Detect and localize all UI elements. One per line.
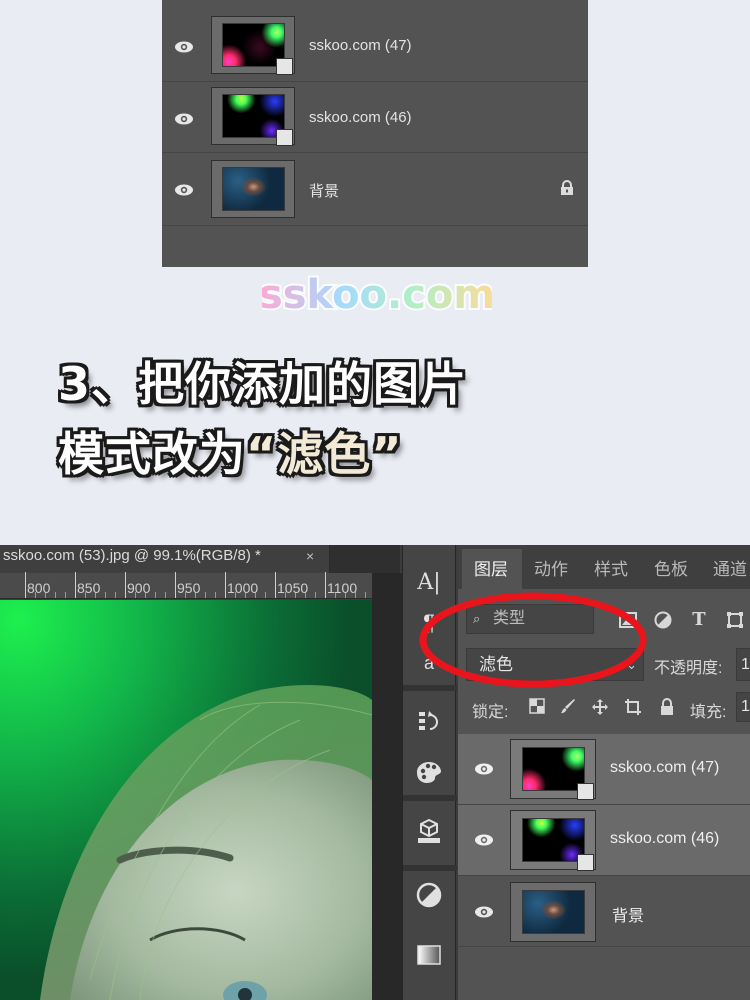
tab-channels[interactable]: 通道 [713, 555, 747, 580]
ruler-minor-tick [315, 592, 316, 598]
smart-object-icon [577, 783, 594, 800]
ruler-minor-tick [55, 592, 56, 598]
heading-highlight: “滤色” [246, 427, 403, 481]
annotation-ellipse [418, 590, 648, 690]
eye-icon[interactable] [474, 834, 494, 846]
layer-name: sskoo.com (46) [309, 109, 412, 126]
fill-label: 填充: [690, 704, 727, 721]
layers-panel-crop: sskoo.com (47) sskoo.com (46) 背景 [162, 0, 588, 267]
ruler-minor-tick [215, 592, 216, 598]
ruler-minor-tick [265, 592, 266, 598]
fill-field[interactable]: 1 [736, 692, 750, 722]
swatches-icon[interactable] [413, 755, 445, 787]
lock-move-icon[interactable] [591, 698, 609, 716]
layer-row[interactable]: sskoo.com (47) [458, 734, 750, 805]
lock-paint-icon[interactable] [559, 698, 577, 716]
gradient-icon[interactable] [413, 939, 445, 971]
ruler-minor-tick [205, 592, 206, 598]
ruler-major-tick [125, 572, 126, 598]
adjustment-filter-icon[interactable] [654, 611, 672, 629]
ruler-tick-label: 1000 [227, 580, 259, 596]
ruler-tick-label: 1100 [327, 580, 358, 596]
ruler-major-tick [75, 572, 76, 598]
layer-thumbnail [211, 160, 295, 218]
ruler-major-tick [225, 572, 226, 598]
layer-thumbnail [211, 87, 295, 146]
ruler-minor-tick [115, 592, 116, 598]
tab-styles[interactable]: 样式 [594, 555, 628, 580]
ruler-minor-tick [165, 592, 166, 598]
ruler-tick-label: 850 [77, 580, 101, 596]
step-heading-line2: 模式改为“滤色” [58, 418, 402, 484]
layer-row[interactable]: sskoo.com (46) [162, 82, 588, 153]
canvas-scroll-area [372, 573, 402, 1000]
layer-name: 背景 [309, 183, 340, 200]
ruler-tick-label: 1050 [277, 580, 309, 596]
document-canvas[interactable] [0, 600, 372, 1000]
svg-text:sskoo.com: sskoo.com [262, 272, 492, 318]
layer-row[interactable]: sskoo.com (46) [458, 805, 750, 876]
divider [403, 795, 457, 801]
ruler-minor-tick [155, 592, 156, 598]
ruler-tick-label: 800 [27, 580, 51, 596]
close-icon[interactable]: × [306, 545, 314, 567]
layer-thumbnail [510, 739, 596, 800]
lock-transparent-icon[interactable] [528, 698, 546, 716]
tab-layers[interactable]: 图层 [474, 555, 508, 580]
tab-bar-empty [330, 545, 400, 573]
lock-all-icon[interactable] [658, 698, 676, 716]
divider [403, 865, 457, 871]
eye-icon[interactable] [474, 906, 494, 918]
layer-row[interactable]: 背景 [458, 876, 750, 947]
ruler-major-tick [25, 572, 26, 598]
layer-name: 背景 [612, 908, 645, 925]
layer-name: sskoo.com (47) [610, 759, 720, 776]
smart-object-icon [577, 854, 594, 871]
eye-icon[interactable] [174, 113, 194, 125]
ruler-tick-label: 950 [177, 580, 201, 596]
layer-thumbnail [211, 16, 295, 75]
shape-filter-icon[interactable] [726, 611, 744, 629]
layer-row[interactable]: sskoo.com (47) [162, 10, 588, 82]
smart-object-icon [276, 58, 293, 75]
lock-artboard-icon[interactable] [624, 698, 642, 716]
layer-name: sskoo.com (47) [309, 37, 412, 54]
layer-thumbnail [510, 810, 596, 871]
ruler-minor-tick [105, 592, 106, 598]
type-filter-icon[interactable]: T [690, 611, 708, 629]
watermark-logo: sskoo.com [257, 270, 497, 320]
tab-swatches[interactable]: 色板 [654, 555, 688, 580]
opacity-label: 不透明度: [654, 660, 723, 677]
eye-icon[interactable] [174, 41, 194, 53]
ruler-minor-tick [65, 592, 66, 598]
tab-actions[interactable]: 动作 [534, 555, 568, 580]
ruler-major-tick [275, 572, 276, 598]
layer-row[interactable]: 背景 [162, 153, 588, 226]
ruler-tick-label: 900 [127, 580, 151, 596]
eye-icon[interactable] [474, 763, 494, 775]
ruler-minor-tick [365, 592, 366, 598]
opacity-field[interactable]: 1 [736, 648, 750, 681]
document-title: sskoo.com (53).jpg @ 99.1%(RGB/8) * [3, 547, 261, 564]
ruler-major-tick [175, 572, 176, 598]
layer-name: sskoo.com (46) [610, 830, 720, 847]
lock-icon [560, 180, 574, 196]
lock-label: 锁定: [472, 704, 509, 721]
3d-icon[interactable] [413, 815, 445, 847]
step-heading-line1: 3、把你添加的图片 [58, 357, 468, 411]
panel-tabs: 图层 动作 样式 色板 通道 [458, 545, 750, 589]
adjustments-icon[interactable] [413, 879, 445, 911]
ruler-major-tick [325, 572, 326, 598]
horizontal-ruler: 800 850 900 950 1000 1050 1100 [0, 572, 372, 599]
history-icon[interactable] [413, 705, 445, 737]
document-tab[interactable]: sskoo.com (53).jpg @ 99.1%(RGB/8) * × [0, 545, 330, 573]
eye-icon[interactable] [174, 184, 194, 196]
layer-thumbnail [510, 882, 596, 942]
smart-object-icon [276, 129, 293, 146]
heading-text: 模式改为 [58, 427, 246, 481]
